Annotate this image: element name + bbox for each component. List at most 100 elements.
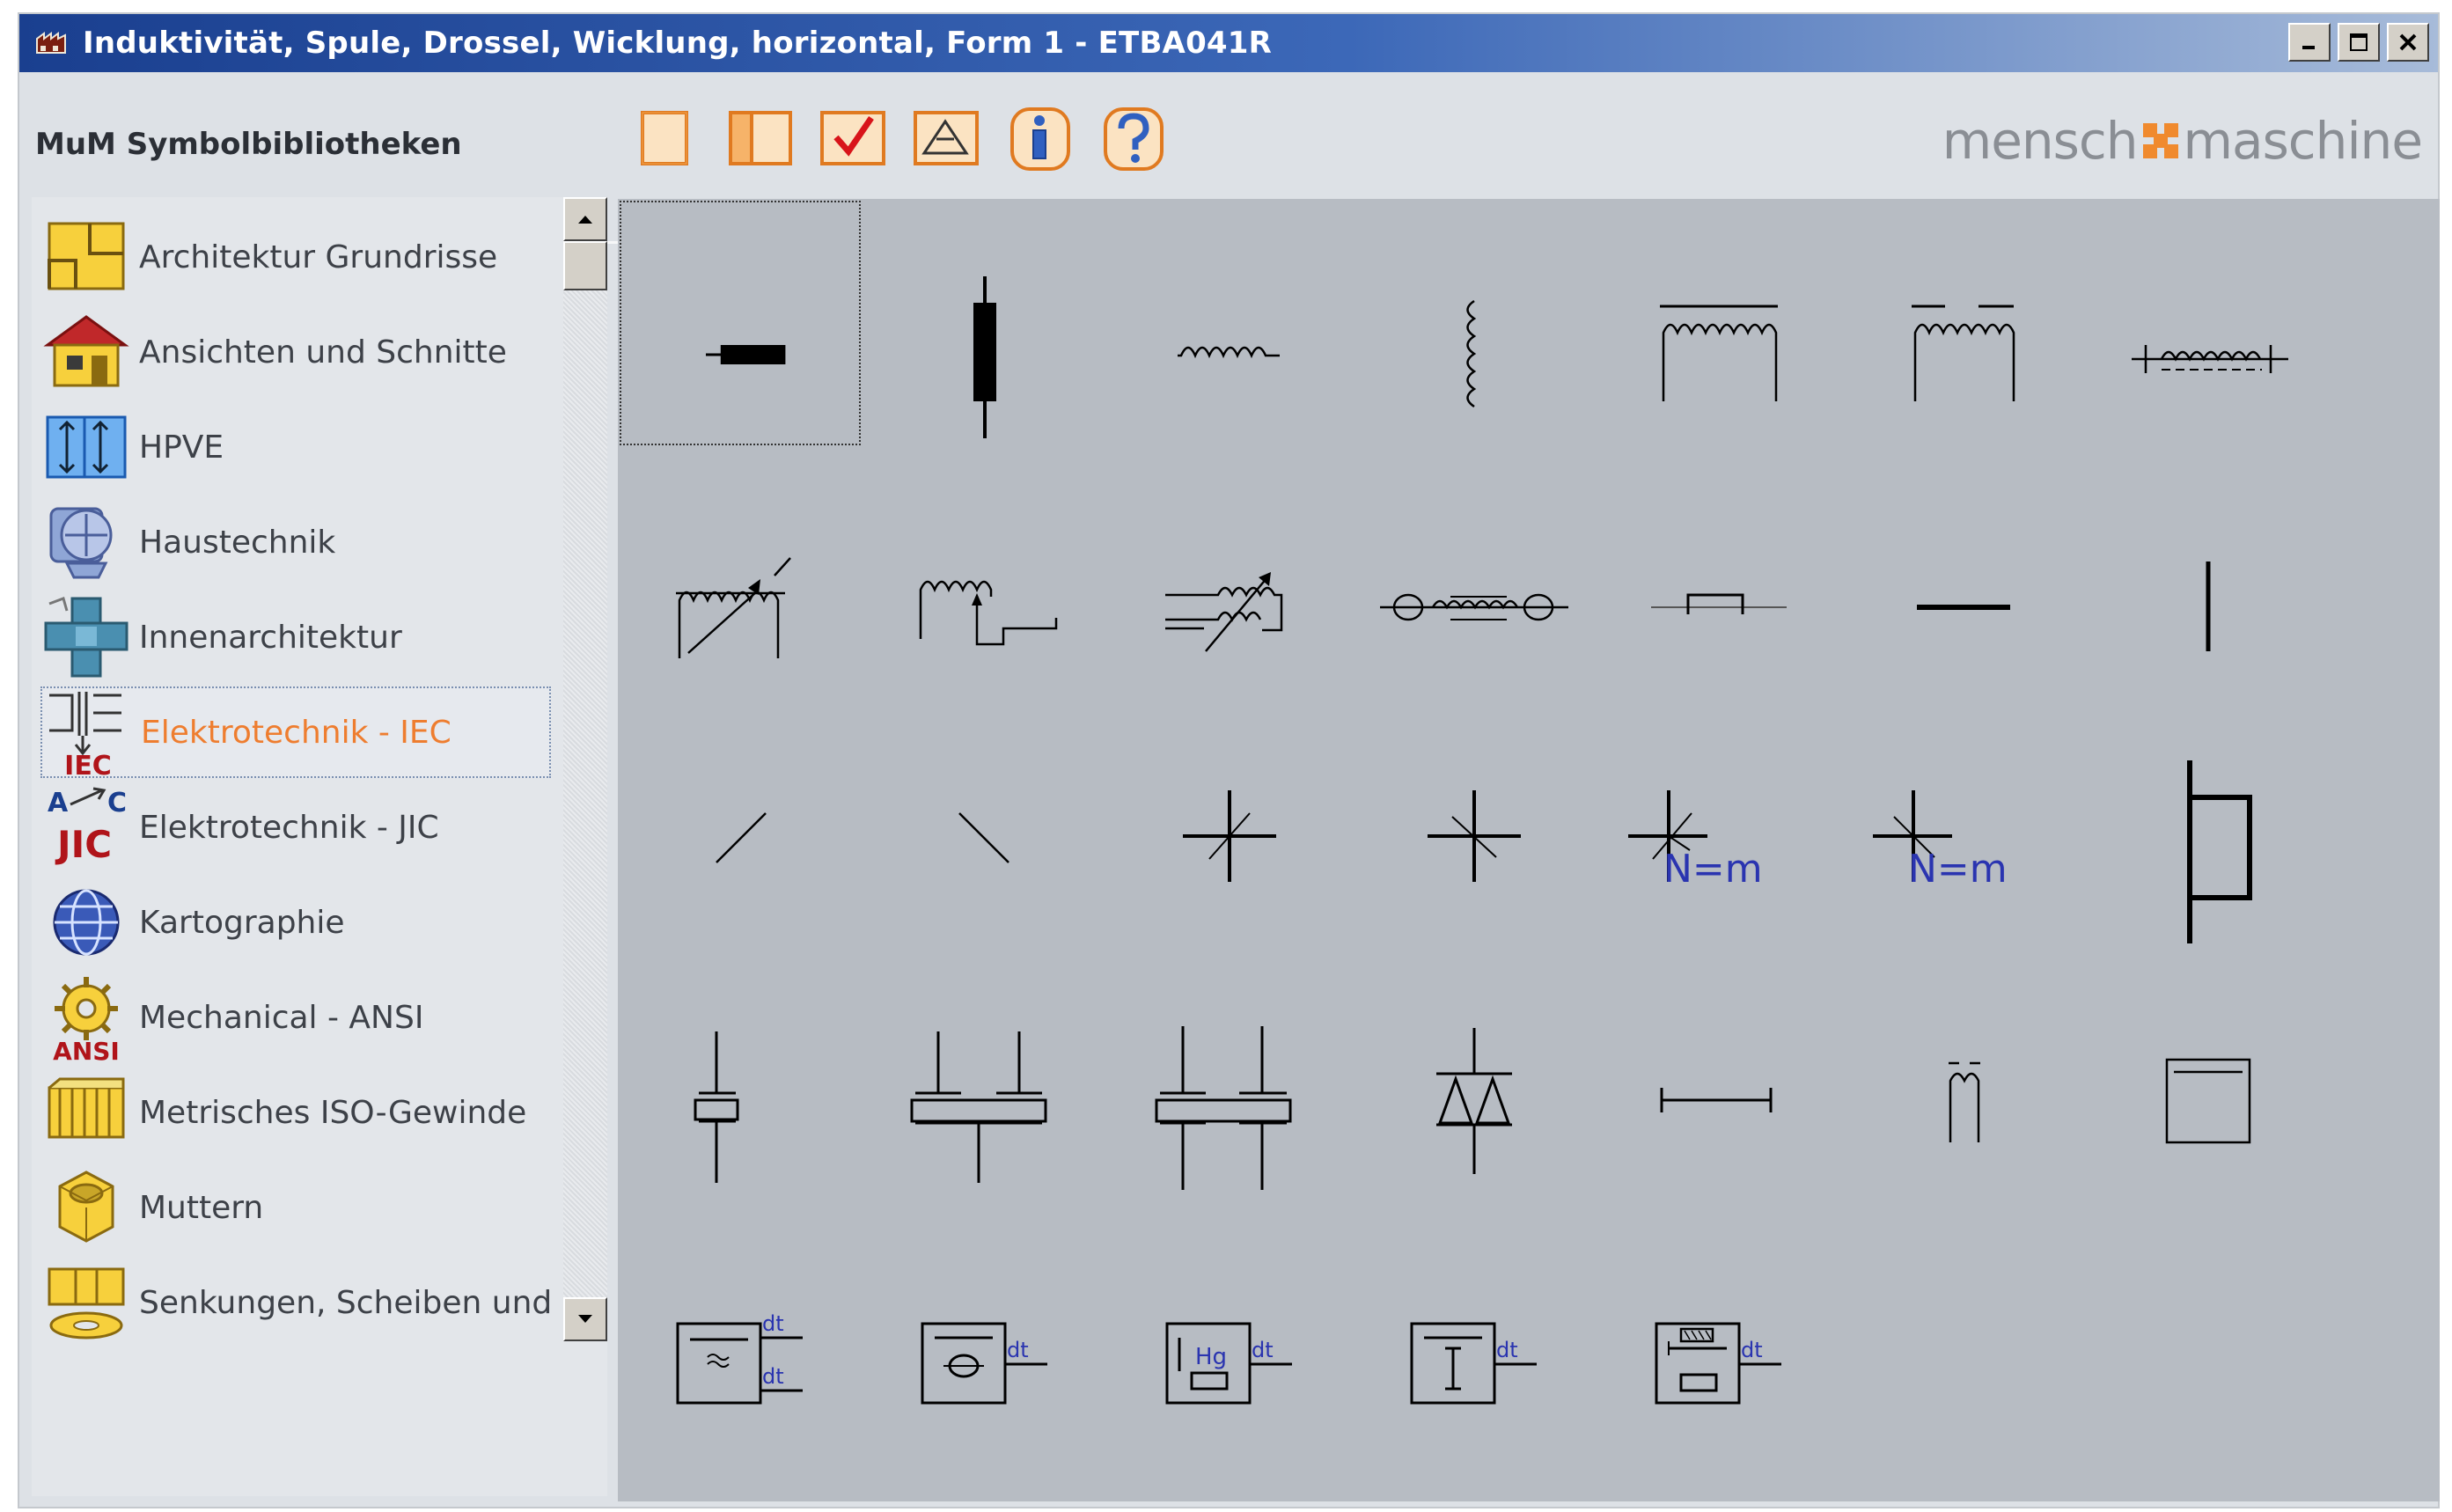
inductor-coil-horizontal-icon [1178,346,1280,359]
globe-icon [53,889,120,956]
symbol-cell[interactable]: N=m [1597,695,1841,943]
thread-icon [48,1077,125,1139]
category-ansichten-und-schnitte[interactable]: Ansichten und Schnitte [40,306,551,398]
symbol-cell[interactable] [1352,199,1597,447]
category-innenarchitektur[interactable]: Innenarchitektur [40,591,551,683]
symbol-cell[interactable] [1841,943,2086,1192]
new-page-icon [641,111,688,165]
furniture-icon [44,597,128,678]
scroll-up-button[interactable] [563,197,607,241]
symbol-cell[interactable]: dt [863,1192,1107,1440]
symbol-cell[interactable] [1352,943,1597,1192]
svg-text:Hg: Hg [1195,1344,1227,1370]
symbol-cell[interactable] [1597,447,1841,695]
category-label: Kartographie [139,904,345,941]
symbol-cell[interactable] [1107,199,1352,447]
inductor-block-horizontal-icon [706,345,786,364]
symbol-cell[interactable] [618,199,863,447]
symbol-cell[interactable] [2086,447,2331,695]
svg-text:dt: dt [1496,1338,1518,1362]
inductor-tapped-icon [2132,345,2288,373]
symbol-grid: N=m N=m dt dt dt Hg dt dt dt [618,199,2440,1501]
scrollbar-thumb[interactable] [563,241,607,290]
gear-icon: ANSI [53,977,120,1063]
symbol-cell[interactable] [1107,943,1352,1192]
nut-icon [58,1171,114,1243]
category-architektur-grundrisse[interactable]: Architektur Grundrisse [40,211,551,303]
arrow-down-icon [578,1315,592,1323]
svg-text:dt: dt [1007,1338,1029,1362]
check-button[interactable] [817,104,891,174]
sidebar-scrollbar[interactable] [563,197,607,1341]
symbol-cell[interactable] [1352,695,1597,943]
scrollbar-track[interactable] [563,197,607,1341]
close-button[interactable] [2387,23,2429,62]
category-metrisches-iso-gewinde[interactable]: Metrisches ISO-Gewinde [40,1067,551,1158]
symbol-cell[interactable] [1107,695,1352,943]
new-page-button[interactable] [630,104,704,174]
help-button[interactable] [1097,104,1171,174]
symbol-cell[interactable] [1597,199,1841,447]
svg-text:dt: dt [762,1311,784,1336]
library-label: MuM Symbolbibliotheken [35,127,462,162]
symbol-cell[interactable] [2086,943,2331,1192]
symbol-cell[interactable]: dt [1597,1192,1841,1440]
category-muttern[interactable]: Muttern [40,1162,551,1253]
open-book-button[interactable] [723,104,797,174]
symbol-cell[interactable] [863,199,1107,447]
minimize-button[interactable] [2288,23,2331,62]
window-controls [2288,23,2429,62]
crossing-alt-icon [1428,790,1521,882]
terminated-line-icon [1660,1088,1773,1112]
category-kartographie[interactable]: Kartographie [40,877,551,968]
sensor-circle-icon: dt [921,1322,1047,1405]
category-senkungen-scheiben[interactable]: Senkungen, Scheiben und Du [40,1257,606,1348]
inductor-split-core-icon [1912,305,2015,401]
maximize-button[interactable] [2338,23,2380,62]
category-mechanical-ansi[interactable]: ANSI Mechanical - ANSI [40,972,551,1063]
brand-right: maschine [2183,111,2423,171]
symbol-cell[interactable]: N=m [1841,695,2086,943]
symbol-cell[interactable]: dt [1352,1192,1597,1440]
svg-text:N=m: N=m [1663,847,1763,892]
bracket-vertical-icon [2187,760,2252,945]
info-button[interactable] [1003,104,1077,174]
symbol-cell[interactable] [2086,199,2331,447]
brand-left: mensch [1942,111,2139,171]
svg-text:N=m: N=m [1908,847,2008,892]
category-haustechnik[interactable]: Haustechnik [40,496,551,588]
crossing-icon [1183,790,1276,882]
category-label: Senkungen, Scheiben und Du [139,1284,607,1321]
symbol-cell[interactable] [2086,695,2331,945]
symbol-cell[interactable] [618,695,863,943]
category-label: HPVE [139,429,224,466]
insert-symbol-button[interactable] [910,104,984,174]
symbol-cell[interactable]: Hg dt [1107,1192,1352,1440]
symbol-cell[interactable] [1841,199,2086,447]
svg-text:IEC: IEC [64,751,112,778]
brand-logo: mensch maschine [1942,111,2423,171]
symbol-cell[interactable] [618,447,863,695]
title-bar[interactable]: Induktivität, Spule, Drossel, Wicklung, … [19,14,2438,72]
sensor-tilde-icon: dt dt [676,1311,803,1405]
category-elektrotechnik-iec[interactable]: IEC Elektrotechnik - IEC [40,686,551,778]
ferrite-bead-icon [1380,593,1568,621]
category-elektrotechnik-jic[interactable]: A C JIC Elektrotechnik - JIC [40,782,551,873]
symbol-cell[interactable] [863,943,1107,1192]
symbol-cell[interactable] [618,943,863,1192]
symbol-cell[interactable] [1352,447,1597,695]
category-label: Mechanical - ANSI [139,999,424,1036]
symbol-cell[interactable] [1107,447,1352,695]
sensor-i-icon: dt [1410,1322,1537,1405]
svg-text:A: A [48,788,69,818]
toolbar: MuM Symbolbibliotheken mensch maschine [19,72,2438,244]
symbol-cell[interactable] [1597,943,1841,1192]
category-hpve[interactable]: HPVE [40,401,551,493]
jic-icon: A C JIC [48,787,127,866]
symbol-cell[interactable]: dt dt [618,1192,863,1440]
symbol-cell[interactable] [863,447,1107,695]
crystal-icon [694,1031,739,1183]
scroll-down-button[interactable] [563,1297,607,1341]
symbol-cell[interactable] [863,695,1107,943]
symbol-cell[interactable] [1841,447,2086,695]
